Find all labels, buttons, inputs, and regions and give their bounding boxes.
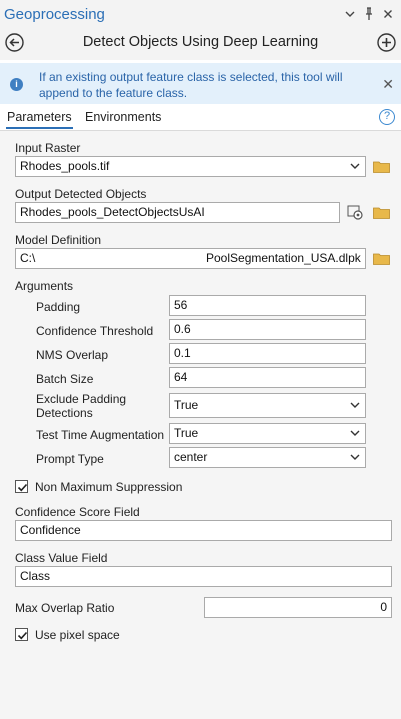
help-icon[interactable]: ? bbox=[379, 109, 395, 125]
prompt-type-select[interactable]: center bbox=[169, 447, 366, 468]
batch-size-value: 64 bbox=[174, 370, 188, 384]
checkmark-icon bbox=[17, 631, 28, 640]
info-icon: i bbox=[10, 78, 23, 91]
confidence-field-input[interactable]: Confidence bbox=[15, 520, 392, 541]
folder-icon[interactable] bbox=[373, 206, 390, 219]
chevron-down-icon bbox=[350, 430, 360, 436]
tool-nav: Detect Objects Using Deep Learning bbox=[4, 32, 397, 54]
exclude-padding-label: Exclude Padding Detections bbox=[36, 392, 127, 420]
pane-controls bbox=[345, 6, 393, 27]
input-raster-select[interactable]: Rhodes_pools.tif bbox=[15, 156, 366, 177]
pin-icon[interactable] bbox=[364, 6, 374, 27]
back-arrow-icon[interactable] bbox=[5, 33, 24, 52]
max-overlap-input[interactable]: 0 bbox=[204, 597, 392, 618]
pane-header: Geoprocessing Detect Objects Using Deep … bbox=[0, 0, 401, 60]
batch-size-label: Batch Size bbox=[36, 372, 94, 386]
model-path-suffix: PoolSegmentation_USA.dlpk bbox=[206, 251, 361, 265]
confidence-threshold-value: 0.6 bbox=[174, 322, 191, 336]
exclude-padding-select[interactable]: True bbox=[169, 393, 366, 418]
test-time-augmentation-label: Test Time Augmentation bbox=[36, 428, 165, 442]
checkmark-icon bbox=[17, 483, 28, 492]
tab-environments[interactable]: Environments bbox=[85, 110, 161, 124]
confidence-threshold-input[interactable]: 0.6 bbox=[169, 319, 366, 340]
pixel-space-checkbox[interactable] bbox=[15, 628, 28, 641]
banner-message: If an existing output feature class is s… bbox=[39, 70, 343, 100]
output-value: Rhodes_pools_DetectObjectsUsAI bbox=[20, 205, 205, 219]
padding-value: 56 bbox=[174, 298, 188, 312]
output-field[interactable]: Rhodes_pools_DetectObjectsUsAI bbox=[15, 202, 340, 223]
input-raster-label: Input Raster bbox=[15, 141, 81, 155]
class-field-label: Class Value Field bbox=[15, 551, 108, 565]
model-definition-field[interactable]: C:\ PoolSegmentation_USA.dlpk bbox=[15, 248, 366, 269]
exclude-padding-value: True bbox=[174, 398, 199, 412]
close-icon[interactable]: ✕ bbox=[382, 77, 394, 91]
folder-icon[interactable] bbox=[373, 252, 390, 265]
prompt-type-value: center bbox=[174, 450, 208, 464]
tab-bar: Parameters Environments ? bbox=[0, 104, 401, 130]
test-time-augmentation-select[interactable]: True bbox=[169, 423, 366, 444]
nms-overlap-input[interactable]: 0.1 bbox=[169, 343, 366, 364]
pane-title: Geoprocessing bbox=[4, 6, 105, 23]
batch-size-input[interactable]: 64 bbox=[169, 367, 366, 388]
confidence-field-label: Confidence Score Field bbox=[15, 505, 140, 519]
model-definition-label: Model Definition bbox=[15, 233, 102, 247]
nms-label: Non Maximum Suppression bbox=[35, 480, 183, 494]
class-field-input[interactable]: Class bbox=[15, 566, 392, 587]
chevron-down-icon bbox=[350, 402, 360, 408]
gear-icon[interactable] bbox=[347, 204, 364, 221]
nms-overlap-label: NMS Overlap bbox=[36, 348, 109, 362]
redacted-area bbox=[56, 250, 216, 268]
parameters-panel: Input Raster Rhodes_pools.tif Output Det… bbox=[0, 130, 401, 719]
confidence-threshold-label: Confidence Threshold bbox=[36, 324, 154, 338]
info-banner: i If an existing output feature class is… bbox=[0, 63, 401, 104]
tool-title: Detect Objects Using Deep Learning bbox=[82, 34, 319, 50]
dropdown-arrow-icon[interactable] bbox=[345, 6, 355, 27]
add-icon[interactable] bbox=[377, 33, 396, 52]
padding-input[interactable]: 56 bbox=[169, 295, 366, 316]
max-overlap-value: 0 bbox=[380, 600, 387, 614]
model-path-prefix: C:\ bbox=[20, 251, 36, 265]
arguments-label: Arguments bbox=[15, 279, 74, 293]
max-overlap-label: Max Overlap Ratio bbox=[15, 601, 115, 615]
pixel-space-label: Use pixel space bbox=[35, 628, 120, 642]
input-raster-value: Rhodes_pools.tif bbox=[20, 159, 110, 173]
nms-overlap-value: 0.1 bbox=[174, 346, 191, 360]
padding-label: Padding bbox=[36, 300, 81, 314]
chevron-down-icon bbox=[350, 163, 360, 169]
nms-checkbox[interactable] bbox=[15, 480, 28, 493]
test-time-augmentation-value: True bbox=[174, 426, 199, 440]
tab-parameters[interactable]: Parameters bbox=[6, 110, 73, 129]
confidence-field-value: Confidence bbox=[20, 523, 81, 537]
chevron-down-icon bbox=[350, 454, 360, 460]
class-field-value: Class bbox=[20, 569, 51, 583]
output-label: Output Detected Objects bbox=[15, 187, 147, 201]
folder-icon[interactable] bbox=[373, 160, 390, 173]
close-icon[interactable] bbox=[383, 6, 393, 27]
prompt-type-label: Prompt Type bbox=[36, 452, 104, 466]
